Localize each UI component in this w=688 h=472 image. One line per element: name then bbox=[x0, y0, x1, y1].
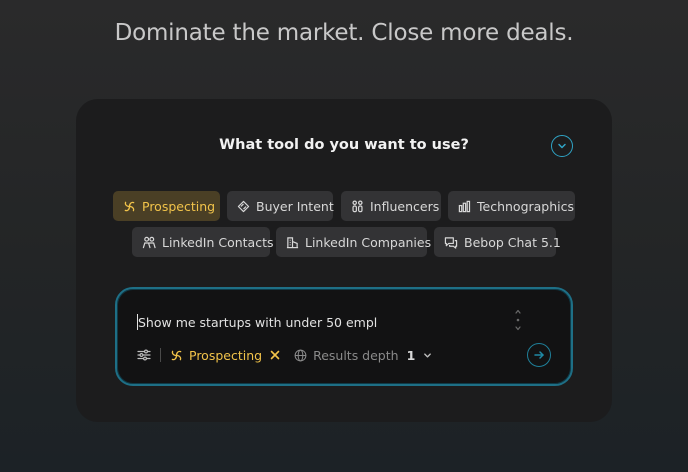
tool-chip-prospecting[interactable]: Prospecting bbox=[113, 191, 220, 221]
query-input-box[interactable]: Show me startups with under 50 empl Pros… bbox=[115, 287, 573, 386]
tool-chip-bebop-chat[interactable]: Bebop Chat 5.1 bbox=[434, 227, 561, 257]
people-icon bbox=[142, 236, 156, 248]
results-depth-label: Results depth bbox=[313, 347, 399, 363]
send-button[interactable] bbox=[527, 343, 551, 367]
influencers-icon bbox=[352, 200, 363, 212]
tool-selector-card: What tool do you want to use? Prospectin… bbox=[76, 99, 612, 422]
tool-chip-label: LinkedIn Contacts bbox=[162, 234, 274, 250]
input-toolbar: Prospecting Results depth 1 bbox=[137, 344, 432, 366]
company-icon bbox=[286, 236, 299, 248]
bar-chart-icon bbox=[458, 200, 471, 212]
tool-chip-technographics[interactable]: Technographics bbox=[448, 191, 575, 221]
tool-chip-label: Bebop Chat 5.1 bbox=[464, 234, 561, 250]
tool-question: What tool do you want to use? bbox=[219, 137, 469, 153]
tool-chip-label: Influencers bbox=[370, 198, 440, 214]
filter-sliders-icon[interactable] bbox=[137, 349, 151, 361]
more-options-icon[interactable] bbox=[515, 309, 521, 331]
chevron-down-icon[interactable] bbox=[423, 351, 432, 360]
toolbar-divider bbox=[160, 348, 161, 362]
tool-chip-label: Buyer Intent bbox=[256, 198, 334, 214]
tool-chip-label: Prospecting bbox=[142, 198, 216, 214]
globe-icon bbox=[294, 349, 307, 361]
tool-chip-label: LinkedIn Companies bbox=[305, 234, 432, 250]
results-depth-value[interactable]: 1 bbox=[407, 348, 416, 363]
tool-chip-influencers[interactable]: Influencers bbox=[341, 191, 441, 221]
chat-bubbles-icon bbox=[444, 236, 458, 249]
diamond-icon bbox=[237, 200, 250, 212]
prospecting-swirl-icon bbox=[124, 201, 135, 211]
tool-chip-buyer-intent[interactable]: Buyer Intent bbox=[227, 191, 334, 221]
query-input[interactable]: Show me startups with under 50 empl bbox=[138, 315, 377, 330]
prospecting-swirl-icon bbox=[171, 350, 182, 360]
remove-tool-icon[interactable] bbox=[270, 350, 280, 360]
chevron-down-icon bbox=[558, 143, 566, 149]
page-headline: Dominate the market. Close more deals. bbox=[114, 20, 574, 46]
selected-tool-label: Prospecting bbox=[189, 347, 263, 363]
tool-chip-label: Technographics bbox=[477, 198, 575, 214]
collapse-button[interactable] bbox=[551, 135, 573, 157]
tool-chip-linkedin-contacts[interactable]: LinkedIn Contacts bbox=[132, 227, 274, 257]
tool-chip-linkedin-companies[interactable]: LinkedIn Companies bbox=[276, 227, 431, 257]
arrow-right-icon bbox=[534, 351, 544, 359]
